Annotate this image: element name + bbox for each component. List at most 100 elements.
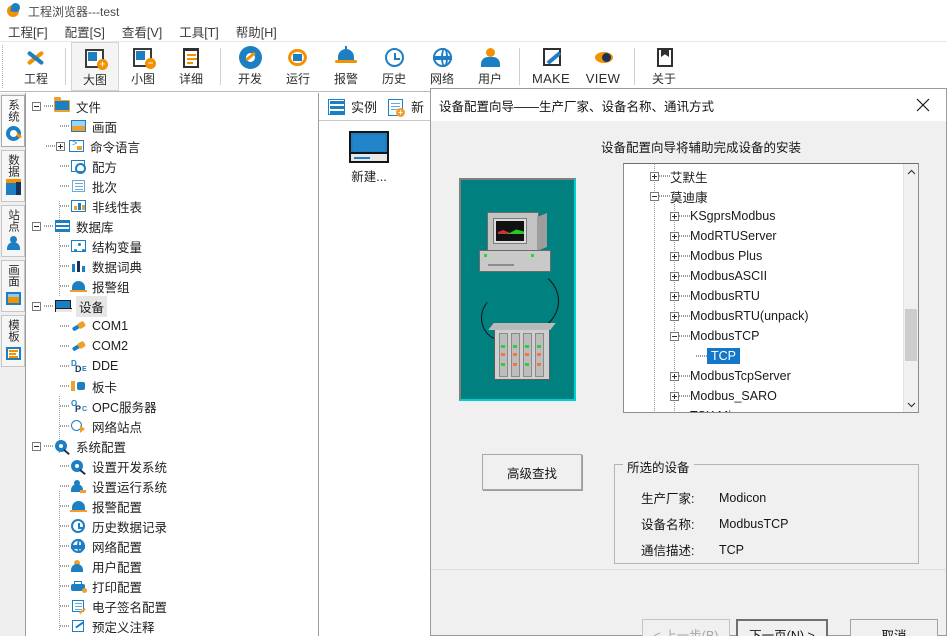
toolbar-button-project[interactable]: 工程 [12,42,60,91]
toolbar-button-network[interactable]: 网络 [418,42,466,91]
tree-item-alarm-config[interactable]: 报警配置 [32,496,318,516]
collapse-toggle-icon[interactable] [670,332,679,341]
collapse-toggle-icon[interactable] [32,102,41,111]
device-tree-item-modbusascii[interactable]: ModbusASCII [624,266,903,286]
tree-dots [679,206,690,226]
toolbar-button-make[interactable]: MAKE [525,42,577,91]
tree-item-struct-variable[interactable]: 结构变量 [32,236,318,256]
device-tree-item-modicon[interactable]: 莫迪康 [624,186,903,206]
tree-item-database[interactable]: 数据库 [32,216,318,236]
expand-toggle-icon[interactable] [670,292,679,301]
tree-item-files[interactable]: 文件 [32,96,318,116]
expand-toggle-icon[interactable] [56,142,65,151]
device-tree-item-modbus-plus[interactable]: Modbus Plus [624,246,903,266]
tree-item-nonlinear-table[interactable]: 非线性表 [32,196,318,216]
expand-toggle-icon[interactable] [670,212,679,221]
back-button[interactable]: < 上一步(B) [642,619,730,636]
tree-item-data-dictionary[interactable]: 数据词典 [32,256,318,276]
device-tree-label: ModRTUServer [690,229,777,243]
tree-item-recipe[interactable]: 配方 [32,156,318,176]
rail-tab-data[interactable]: 数据 [1,150,25,202]
tree-item-command-language[interactable]: 命令语言 [32,136,318,156]
device-tree-item-modbus-saro[interactable]: Modbus_SARO [624,386,903,406]
rail-tab-template[interactable]: 模板 [1,315,25,367]
tree-item-user-config[interactable]: 用户配置 [32,556,318,576]
scroll-up-icon[interactable] [904,164,918,180]
tree-item-opc-server[interactable]: OPC OPC服务器 [32,396,318,416]
tree-item-dde[interactable]: DDE DDE [32,356,318,376]
tree-vertical-scrollbar[interactable] [903,164,918,412]
device-tree-item-tcp[interactable]: TCP [624,346,903,366]
tree-item-network-site[interactable]: 网络站点 [32,416,318,436]
tree-item-com2[interactable]: COM2 [32,336,318,356]
content-tab-instance[interactable]: 实例 [325,94,385,120]
device-type-tree[interactable]: 艾默生 莫迪康 KSgprsModbus [623,163,919,413]
tree-item-pictures[interactable]: 画面 [32,116,318,136]
tree-item-history-record[interactable]: 历史数据记录 [32,516,318,536]
toolbar-button-view[interactable]: VIEW [577,42,629,91]
device-tree-item-ksgprsmodbus[interactable]: KSgprsModbus [624,206,903,226]
toolbar-button-alarm[interactable]: 报警 [322,42,370,91]
next-button[interactable]: 下一页(N) > [736,619,828,636]
rail-tab-system[interactable]: 系统 [1,95,25,147]
toolbar-button-develop[interactable]: 开发 [226,42,274,91]
toolbar-button-user[interactable]: 用户 [466,42,514,91]
expand-toggle-icon[interactable] [670,412,679,413]
toolbar-button-run[interactable]: 运行 [274,42,322,91]
toolbar-button-history[interactable]: 历史 [370,42,418,91]
toolbar-drag-handle[interactable] [2,45,10,88]
collapse-toggle-icon[interactable] [32,222,41,231]
device-tree-item-modrtuserver[interactable]: ModRTUServer [624,226,903,246]
toolbar-button-details[interactable]: 详细 [167,42,215,91]
tree-item-print-config[interactable]: 打印配置 [32,576,318,596]
scrollbar-thumb[interactable] [905,309,917,361]
menu-tools[interactable]: 工具[T] [179,22,228,41]
list-item[interactable]: 新建... [337,131,401,185]
expand-toggle-icon[interactable] [650,172,659,181]
tree-item-run-settings[interactable]: 设置运行系统 [32,476,318,496]
expand-toggle-icon[interactable] [670,372,679,381]
toolbar-button-about[interactable]: 关于 [640,42,688,91]
tree-item-dev-settings[interactable]: 设置开发系统 [32,456,318,476]
device-tree-item-modbustcpserver[interactable]: ModbusTcpServer [624,366,903,386]
menu-help[interactable]: 帮助[H] [236,22,286,41]
device-tree-label: ModbusASCII [690,269,767,283]
device-tree-item-tsx-micro[interactable]: TSX Micro [624,406,903,412]
cancel-button[interactable]: 取消 [850,619,938,636]
tree-item-devices[interactable]: 设备 [32,296,318,316]
expand-toggle-icon[interactable] [670,272,679,281]
device-tree-item-modbusrtu-unpack[interactable]: ModbusRTU(unpack) [624,306,903,326]
collapse-toggle-icon[interactable] [32,302,41,311]
device-tree-item-emerson[interactable]: 艾默生 [624,166,903,186]
tree-item-board-card[interactable]: 板卡 [32,376,318,396]
menu-config[interactable]: 配置[S] [65,22,114,41]
tree-item-batch[interactable]: 批次 [32,176,318,196]
close-icon[interactable] [902,90,944,120]
scroll-down-icon[interactable] [904,396,918,412]
project-tree-pane[interactable]: 文件 画面 命令语言 配方 [26,93,319,636]
collapse-toggle-icon[interactable] [650,192,659,201]
tree-dots [60,276,70,296]
menu-project[interactable]: 工程[F] [8,22,57,41]
device-tree-item-modbusrtu[interactable]: ModbusRTU [624,286,903,306]
tree-item-predefined-comment[interactable]: 预定义注释 [32,616,318,636]
rail-tab-picture[interactable]: 画面 [1,260,25,312]
expand-toggle-icon[interactable] [670,232,679,241]
content-tab-new[interactable]: + 新 [385,94,432,120]
tree-item-esign-config[interactable]: 电子签名配置 [32,596,318,616]
device-tree-item-modbustcp[interactable]: ModbusTCP [624,326,903,346]
expand-toggle-icon[interactable] [670,252,679,261]
collapse-toggle-icon[interactable] [32,442,41,451]
picture-icon [5,290,22,307]
toolbar-button-small-icons[interactable]: − 小图 [119,42,167,91]
tree-item-com1[interactable]: COM1 [32,316,318,336]
tree-item-network-config[interactable]: 网络配置 [32,536,318,556]
advanced-search-button[interactable]: 高级查找 [482,454,582,490]
expand-toggle-icon[interactable] [670,312,679,321]
rail-tab-site[interactable]: 站点 [1,205,25,257]
tree-item-system-config[interactable]: 系统配置 [32,436,318,456]
toolbar-button-large-icons[interactable]: + 大图 [71,42,119,91]
tree-item-alarm-group[interactable]: 报警组 [32,276,318,296]
expand-toggle-icon[interactable] [670,392,679,401]
menu-view[interactable]: 查看[V] [122,22,171,41]
